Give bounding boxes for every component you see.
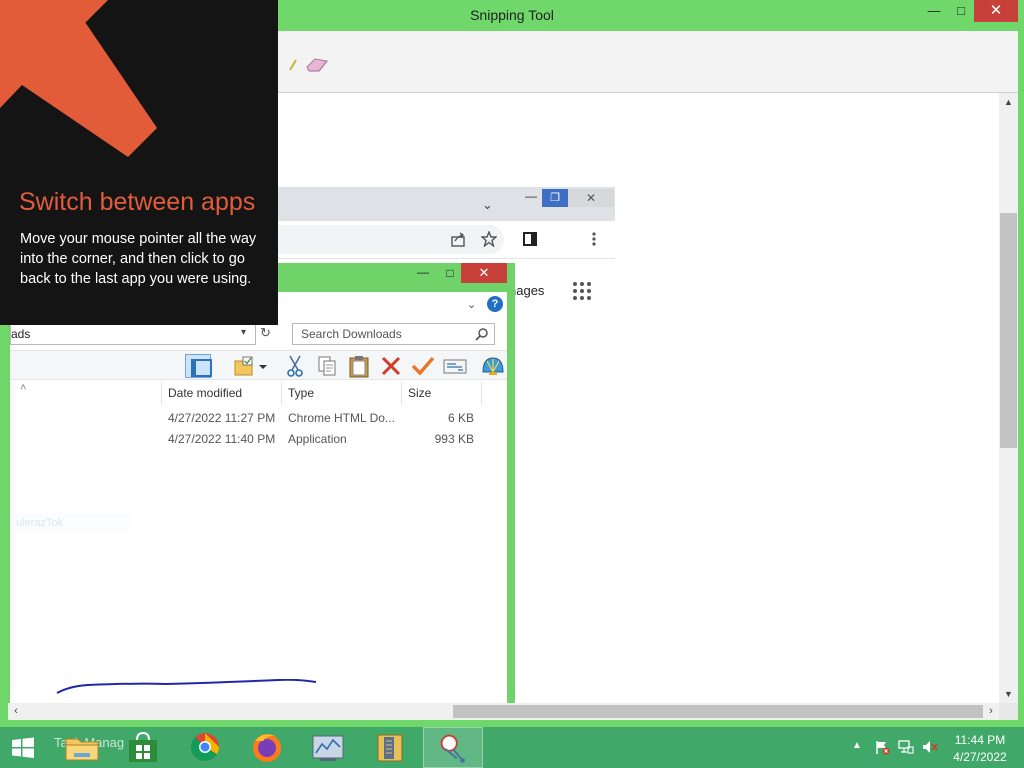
action-center-flag-icon[interactable] <box>874 739 890 755</box>
scroll-up-arrow-icon[interactable]: ▲ <box>999 93 1018 111</box>
explorer-maximize-button[interactable]: □ <box>440 263 460 283</box>
file-date: 4/27/2022 11:27 PM <box>168 411 276 425</box>
address-field[interactable]: ads ▾ <box>10 323 256 345</box>
faded-tooltip-label: ulerazTok <box>12 513 132 533</box>
explorer-command-bar <box>10 350 507 380</box>
file-explorer-window: — □ ✕ ⌄ ? ads ▾ ↻ Search Downloads ˄ Dat… <box>8 263 515 703</box>
scrollbar-corner <box>999 703 1018 720</box>
horizontal-scrollbar[interactable]: ‹ › <box>8 703 999 720</box>
minimize-button[interactable]: — <box>920 0 948 22</box>
volume-muted-icon[interactable] <box>922 739 938 755</box>
scroll-down-arrow-icon[interactable]: ▼ <box>999 685 1018 703</box>
pen-annotation-stroke <box>56 679 316 694</box>
column-date-modified[interactable]: Date modified <box>168 386 242 400</box>
properties-icon[interactable] <box>442 354 468 378</box>
shell-icon[interactable] <box>480 354 506 378</box>
column-type[interactable]: Type <box>288 386 314 400</box>
vertical-scrollbar[interactable]: ▲ ▼ <box>999 93 1018 703</box>
file-date: 4/27/2022 11:40 PM <box>168 432 276 446</box>
browser-close-button[interactable]: ✕ <box>568 189 614 207</box>
file-size: 993 KB <box>434 432 474 446</box>
firefox-taskbar-icon[interactable] <box>237 727 297 768</box>
dropdown-arrow-icon[interactable] <box>256 354 270 378</box>
close-button[interactable]: ✕ <box>974 0 1018 22</box>
more-menu-icon[interactable] <box>591 231 597 247</box>
tip-title: Switch between apps <box>19 188 256 216</box>
delete-icon[interactable] <box>378 354 404 378</box>
side-panel-icon[interactable] <box>522 231 538 247</box>
clock-time[interactable]: 11:44 PM <box>944 733 1016 747</box>
table-row[interactable]: 4/27/2022 11:27 PM Chrome HTML Do... 6 K… <box>10 407 490 428</box>
search-input[interactable]: Search Downloads <box>301 327 402 341</box>
windows-start-icon[interactable] <box>0 727 46 768</box>
address-dropdown-chevron-icon[interactable]: ▾ <box>241 327 246 338</box>
maximize-button[interactable]: □ <box>948 0 974 22</box>
folder-options-icon[interactable] <box>232 354 258 378</box>
bookmark-star-icon[interactable] <box>481 231 497 247</box>
address-text: ads <box>11 327 31 341</box>
highlighter-icon[interactable] <box>289 59 297 71</box>
scroll-left-arrow-icon[interactable]: ‹ <box>8 703 24 720</box>
eraser-icon[interactable] <box>305 57 329 73</box>
switch-apps-tip: Switch between apps Move your mouse poin… <box>0 0 278 325</box>
store-taskbar-icon[interactable] <box>113 727 173 768</box>
archive-taskbar-icon[interactable] <box>360 727 420 768</box>
corner-arrow-icon <box>0 0 157 157</box>
file-explorer-taskbar-icon[interactable] <box>52 727 112 768</box>
share-icon[interactable] <box>450 231 466 247</box>
explorer-close-button[interactable]: ✕ <box>461 263 507 283</box>
google-apps-icon[interactable] <box>573 282 591 300</box>
rename-check-icon[interactable] <box>410 354 436 378</box>
tip-body: Move your mouse pointer all the way into… <box>20 231 257 287</box>
browser-restore-button[interactable]: ❐ <box>542 189 568 207</box>
column-header: ˄ Date modified Type Size <box>10 382 507 404</box>
sort-arrow-icon: ˄ <box>20 382 27 394</box>
column-size[interactable]: Size <box>408 386 431 400</box>
file-size: 6 KB <box>447 411 474 425</box>
copy-icon[interactable] <box>314 354 340 378</box>
table-row[interactable]: 4/27/2022 11:40 PM Application 993 KB <box>10 428 490 449</box>
horizontal-scroll-thumb[interactable] <box>453 705 983 718</box>
taskbar: Task Manag ▲ <box>0 727 1024 768</box>
browser-minimize-button[interactable]: — <box>520 190 542 206</box>
preview-pane-icon[interactable] <box>185 354 212 378</box>
explorer-minimize-button[interactable]: — <box>413 263 433 283</box>
search-icon[interactable] <box>475 327 489 341</box>
explorer-content: ads ▾ ↻ Search Downloads ˄ Date modified… <box>10 317 507 703</box>
tab-search-chevron-icon[interactable]: ⌄ <box>482 197 493 213</box>
ribbon-expand-chevron-icon[interactable]: ⌄ <box>467 298 476 311</box>
task-manager-taskbar-icon[interactable] <box>298 727 358 768</box>
chrome-taskbar-icon[interactable] <box>175 727 235 768</box>
search-field[interactable]: Search Downloads <box>292 323 495 345</box>
show-hidden-icons-chevron-icon[interactable]: ▲ <box>852 740 862 751</box>
network-icon[interactable] <box>898 739 914 755</box>
file-type: Application <box>288 432 347 446</box>
scroll-right-arrow-icon[interactable]: › <box>983 703 999 720</box>
file-type: Chrome HTML Do... <box>288 411 395 425</box>
refresh-icon[interactable]: ↻ <box>260 325 271 341</box>
help-icon[interactable]: ? <box>487 296 503 312</box>
cut-icon[interactable] <box>282 354 308 378</box>
clock-date[interactable]: 4/27/2022 <box>944 750 1016 764</box>
paste-icon[interactable] <box>346 354 372 378</box>
vertical-scroll-thumb[interactable] <box>1000 213 1017 448</box>
snipping-tool-taskbar-icon[interactable] <box>423 727 483 768</box>
